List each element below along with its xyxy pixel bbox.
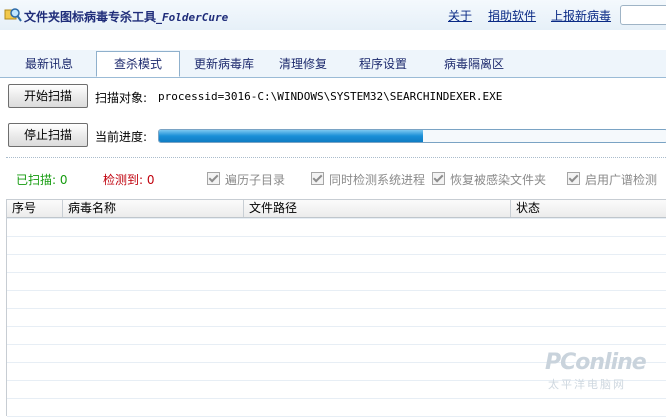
option-recurse-subdirs[interactable]: 遍历子目录 <box>207 171 285 188</box>
column-header-file-path[interactable]: 文件路径 <box>244 200 511 217</box>
option-recurse-subdirs-label: 遍历子目录 <box>225 173 286 187</box>
tab-scan-mode[interactable]: 查杀模式 <box>96 51 180 77</box>
scanned-value: 0 <box>59 173 68 187</box>
column-header-status[interactable]: 状态 <box>511 200 666 217</box>
tab-bar: 最新讯息 查杀模式 更新病毒库 清理修复 程序设置 病毒隔离区 <box>0 50 666 78</box>
tab-update-database[interactable]: 更新病毒库 <box>182 52 266 76</box>
option-restore-folders-label: 恢复被感染文件夹 <box>450 173 547 187</box>
magnifier-folder-icon <box>4 8 22 22</box>
watermark-logo: PConline <box>545 350 647 375</box>
about-link[interactable]: 关于 <box>448 7 472 24</box>
option-restore-folders[interactable]: 恢复被感染文件夹 <box>432 171 546 188</box>
option-scan-processes-label: 同时检测系统进程 <box>329 173 426 187</box>
tab-quarantine[interactable]: 病毒隔离区 <box>428 52 520 76</box>
option-scan-processes[interactable]: 同时检测系统进程 <box>311 171 425 188</box>
checkbox-checked-icon[interactable] <box>207 172 220 185</box>
checkbox-checked-icon[interactable] <box>311 172 324 185</box>
checkbox-checked-icon[interactable] <box>567 172 580 185</box>
donate-link[interactable]: 捐助软件 <box>488 7 536 24</box>
app-title: 文件夹图标病毒专杀工具_FolderCure <box>24 8 228 25</box>
watermark-subtitle: 太平洋电脑网 <box>548 378 626 391</box>
app-title-text: 文件夹图标病毒专杀工具_ <box>24 10 163 24</box>
title-bar: 文件夹图标病毒专杀工具_FolderCure 关于 捐助软件 上报新病毒 <box>0 0 666 30</box>
column-header-index[interactable]: 序号 <box>7 200 63 217</box>
scanned-label: 已扫描: <box>16 173 57 187</box>
search-box[interactable] <box>620 5 666 25</box>
start-scan-button[interactable]: 开始扫描 <box>8 84 88 108</box>
tab-clean-repair[interactable]: 清理修复 <box>266 52 340 76</box>
tab-latest-news[interactable]: 最新讯息 <box>8 52 90 76</box>
progress-label: 当前进度: <box>95 130 148 144</box>
stop-scan-button[interactable]: 停止扫描 <box>8 123 88 147</box>
option-broad-detection[interactable]: 启用广谱检测 <box>567 171 657 188</box>
option-broad-detection-label: 启用广谱检测 <box>585 173 658 187</box>
scanned-count: 已扫描: 0 <box>16 171 68 188</box>
column-header-virus-name[interactable]: 病毒名称 <box>63 200 244 217</box>
app-title-suffix: FolderCure <box>162 11 229 24</box>
scan-progress-bar <box>158 129 666 143</box>
scan-target-label: 扫描对象: <box>95 91 148 105</box>
tab-settings[interactable]: 程序设置 <box>344 52 422 76</box>
detected-label: 检测到: <box>103 173 144 187</box>
scan-progress-fill <box>159 130 424 142</box>
table-header: 序号 病毒名称 文件路径 状态 <box>7 200 666 218</box>
detected-value: 0 <box>146 173 155 187</box>
detected-count: 检测到: 0 <box>103 171 155 188</box>
divider <box>6 157 666 158</box>
report-virus-link[interactable]: 上报新病毒 <box>551 7 611 24</box>
scan-target-value: processid=3016-C:\WINDOWS\SYSTEM32\SEARC… <box>158 90 503 103</box>
checkbox-checked-icon[interactable] <box>432 172 445 185</box>
